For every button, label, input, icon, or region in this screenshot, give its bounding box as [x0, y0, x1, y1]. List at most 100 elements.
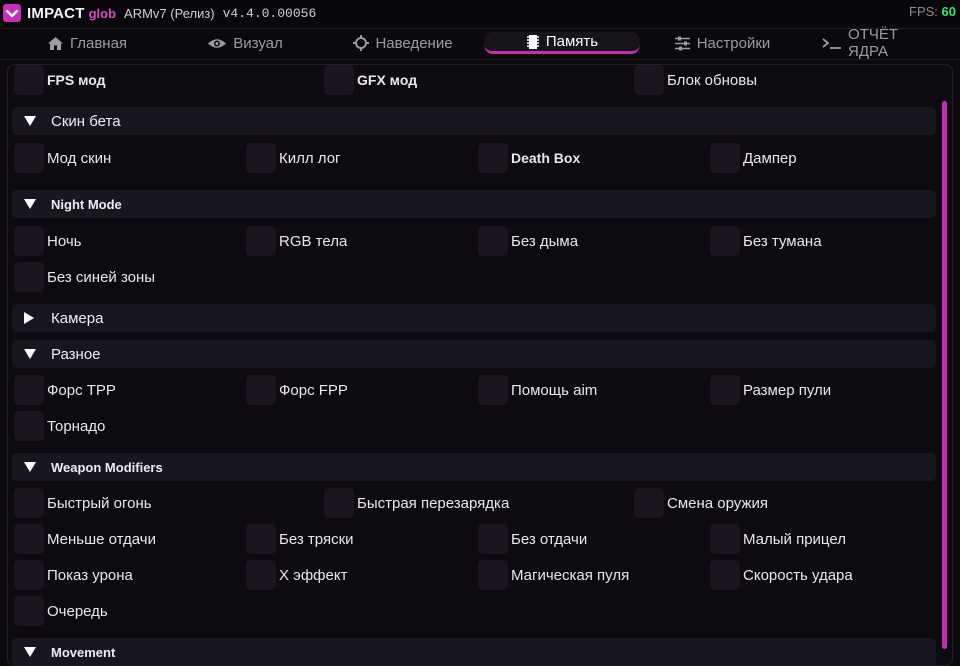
section-header-night-mode[interactable]: Night Mode — [12, 190, 936, 218]
tab-visual[interactable]: Визуал — [205, 32, 285, 54]
checkbox-box[interactable] — [246, 375, 276, 405]
checkbox-force-tpp[interactable]: Форс TPP — [14, 375, 116, 405]
checkbox-rgb-body[interactable]: RGB тела — [246, 226, 347, 256]
section-header-skin-beta[interactable]: Скин бета — [12, 107, 936, 135]
section-header-camera[interactable]: Камера — [12, 304, 936, 332]
build-version: v4.4.0.00056 — [222, 5, 317, 21]
checkbox-box[interactable] — [478, 143, 508, 173]
checkbox-box[interactable] — [14, 488, 44, 518]
checkbox-label: Без тряски — [279, 530, 354, 548]
checkbox-kill-log[interactable]: Килл лог — [246, 143, 341, 173]
checkbox-label: Показ урона — [47, 566, 133, 584]
checkbox-label: Ночь — [47, 232, 82, 250]
chevron-down-icon — [24, 116, 36, 126]
checkbox-weapon-switch[interactable]: Смена оружия — [634, 488, 768, 518]
checkbox-skin-mod[interactable]: Мод скин — [14, 143, 111, 173]
section-title: Разное — [51, 345, 101, 363]
checkbox-label: Форс TPP — [47, 381, 116, 399]
checkbox-fast-reload[interactable]: Быстрая перезарядка — [324, 488, 509, 518]
checkbox-force-fpp[interactable]: Форс FPP — [246, 375, 348, 405]
checkbox-box[interactable] — [478, 375, 508, 405]
fps-counter: FPS: 60 — [909, 4, 956, 19]
checkbox-less-recoil[interactable]: Меньше отдачи — [14, 524, 156, 554]
checkbox-night[interactable]: Ночь — [14, 226, 81, 256]
checkbox-gfx-mod[interactable]: GFX мод — [324, 65, 417, 95]
checkbox-box[interactable] — [710, 226, 740, 256]
section-title: Night Mode — [51, 196, 122, 212]
tab-memory[interactable]: Память — [484, 32, 640, 54]
checkbox-label: Блок обновы — [667, 71, 757, 89]
checkbox-box[interactable] — [14, 524, 44, 554]
section-header-misc[interactable]: Разное — [12, 340, 936, 368]
checkbox-tornado[interactable]: Торнадо — [14, 411, 105, 441]
checkbox-label: X эффект — [279, 566, 348, 584]
tab-kernel-report[interactable]: ОТЧЁТ ЯДРА — [822, 26, 938, 60]
checkbox-box[interactable] — [246, 524, 276, 554]
title-bar: IMPACT glob ARMv7 (Релиз) v4.4.0.00056 F… — [0, 0, 960, 26]
checkbox-block-updates[interactable]: Блок обновы — [634, 65, 757, 95]
checkbox-label: Помощь aim — [511, 381, 598, 399]
checkbox-burst[interactable]: Очередь — [14, 596, 108, 626]
checkbox-small-crosshair[interactable]: Малый прицел — [710, 524, 846, 554]
checkbox-box[interactable] — [324, 65, 354, 95]
checkbox-box[interactable] — [246, 560, 276, 590]
chevron-down-icon — [24, 199, 36, 209]
checkbox-box[interactable] — [14, 560, 44, 590]
checkbox-x-effect[interactable]: X эффект — [246, 560, 347, 590]
scrollbar[interactable] — [942, 101, 947, 649]
checkbox-label: Меньше отдачи — [47, 530, 156, 548]
checkbox-label: Быстрый огонь — [47, 494, 152, 512]
checkbox-label: Быстрая перезарядка — [357, 494, 510, 512]
checkbox-box[interactable] — [478, 524, 508, 554]
checkbox-box[interactable] — [710, 143, 740, 173]
checkbox-no-shake[interactable]: Без тряски — [246, 524, 354, 554]
checkbox-no-recoil[interactable]: Без отдачи — [478, 524, 587, 554]
checkbox-box[interactable] — [246, 226, 276, 256]
crosshair-icon — [353, 35, 370, 51]
checkbox-no-smoke[interactable]: Без дыма — [478, 226, 578, 256]
checkbox-label: Килл лог — [279, 149, 341, 167]
checkbox-no-blue-zone[interactable]: Без синей зоны — [14, 262, 155, 292]
checkbox-aim-assist[interactable]: Помощь aim — [478, 375, 597, 405]
checkbox-box[interactable] — [710, 524, 740, 554]
checkbox-label: Без тумана — [743, 232, 822, 250]
checkbox-rapid-fire[interactable]: Быстрый огонь — [14, 488, 152, 518]
tab-home[interactable]: Главная — [42, 32, 132, 54]
checkbox-box[interactable] — [634, 488, 664, 518]
checkbox-show-damage[interactable]: Показ урона — [14, 560, 133, 590]
checkbox-box[interactable] — [14, 375, 44, 405]
checkbox-box[interactable] — [14, 65, 44, 95]
checkbox-box[interactable] — [710, 375, 740, 405]
tab-aim[interactable]: Наведение — [352, 32, 454, 54]
sliders-icon — [674, 36, 691, 51]
checkbox-no-fog[interactable]: Без тумана — [710, 226, 822, 256]
checkbox-box[interactable] — [478, 226, 508, 256]
checkbox-box[interactable] — [14, 262, 44, 292]
tab-bar: Главная Визуал Наведение Память Настройк… — [0, 26, 960, 60]
checkbox-label: Малый прицел — [743, 530, 846, 548]
checkbox-label: Death Box — [511, 150, 581, 166]
checkbox-box[interactable] — [246, 143, 276, 173]
checkbox-hit-speed[interactable]: Скорость удара — [710, 560, 853, 590]
eye-icon — [207, 37, 227, 50]
checkbox-label: Мод скин — [47, 149, 112, 167]
tab-label: ОТЧЁТ ЯДРА — [848, 26, 899, 60]
section-header-movement[interactable]: Movement — [12, 638, 936, 665]
section-header-weapon-modifiers[interactable]: Weapon Modifiers — [12, 453, 936, 481]
tab-settings[interactable]: Настройки — [672, 32, 772, 54]
checkbox-box[interactable] — [14, 143, 44, 173]
checkbox-magic-bullet[interactable]: Магическая пуля — [478, 560, 629, 590]
checkbox-box[interactable] — [478, 560, 508, 590]
memory-panel: FPS мод GFX мод Блок обновы Скин бета Мо… — [7, 64, 953, 666]
checkbox-fps-mod[interactable]: FPS мод — [14, 65, 106, 95]
checkbox-box[interactable] — [14, 411, 44, 441]
checkbox-death-box[interactable]: Death Box — [478, 143, 580, 173]
checkbox-label: Без отдачи — [511, 530, 588, 548]
checkbox-box[interactable] — [710, 560, 740, 590]
checkbox-bullet-size[interactable]: Размер пули — [710, 375, 831, 405]
checkbox-box[interactable] — [324, 488, 354, 518]
checkbox-dumper[interactable]: Дампер — [710, 143, 797, 173]
checkbox-box[interactable] — [14, 596, 44, 626]
checkbox-box[interactable] — [14, 226, 44, 256]
checkbox-box[interactable] — [634, 65, 664, 95]
